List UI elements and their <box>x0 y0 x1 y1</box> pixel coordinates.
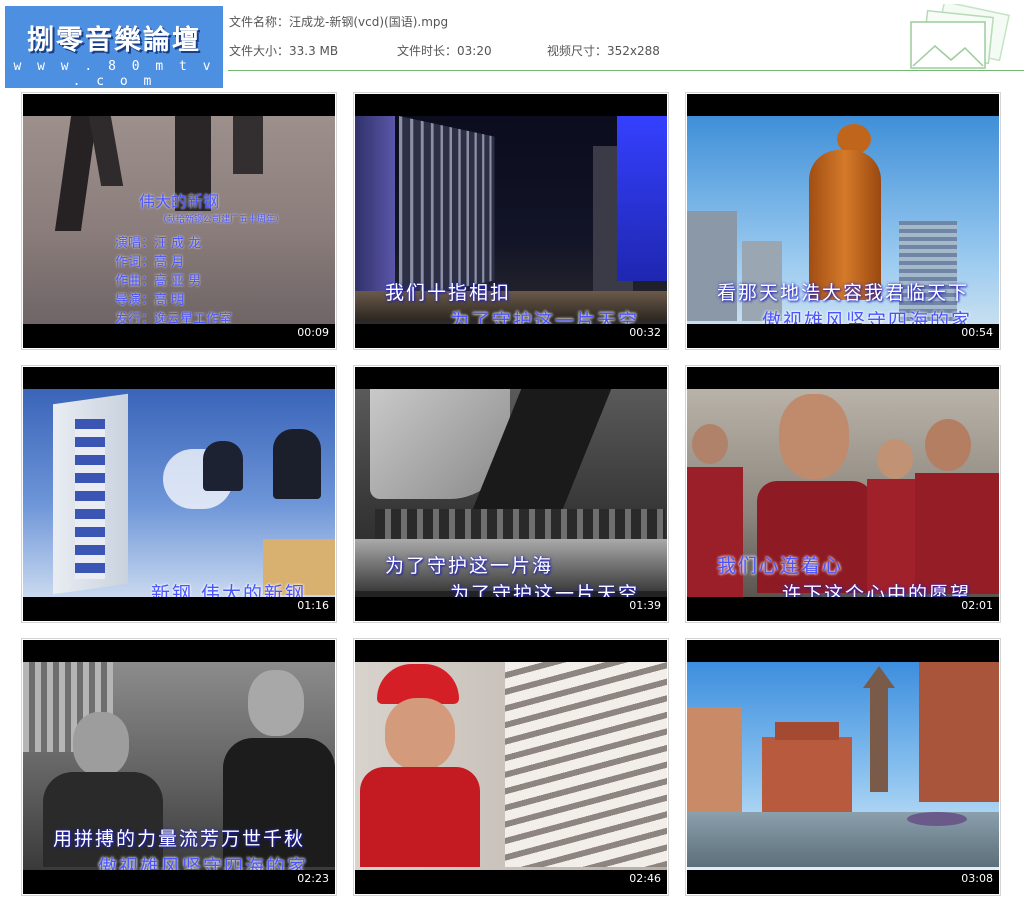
thumbnail-5[interactable]: 为了守护这一片海 为了守护这一片天空 01:39 <box>353 365 669 623</box>
frame-image: 用拼搏的力量流芳万世千秋 傲视雄风坚守四海的家 <box>23 662 335 870</box>
subtitle-line-2: 傲视雄风坚守四海的家 <box>98 856 309 870</box>
thumbnail-8[interactable]: 02:46 <box>353 638 669 896</box>
logo-url: w w w . 8 0 m t v . c o m <box>13 59 215 89</box>
timestamp: 01:16 <box>297 599 329 612</box>
frame-image <box>687 662 999 870</box>
timestamp: 02:23 <box>297 872 329 885</box>
photo-stack-icon <box>910 4 1010 69</box>
file-size: 文件大小：33.3 MB <box>229 44 339 58</box>
thumbnail-7[interactable]: 用拼搏的力量流芳万世千秋 傲视雄风坚守四海的家 02:23 <box>21 638 337 896</box>
video-frame: 为了守护这一片海 为了守护这一片天空 01:39 <box>355 367 667 621</box>
site-logo: 捌零音樂論壇 w w w . 8 0 m t v . c o m <box>5 6 223 89</box>
credits-line: 导演：高 明 <box>115 293 185 308</box>
timestamp: 01:39 <box>629 599 661 612</box>
frame-image: 我们十指相扣 为了守护这一片天空 <box>355 116 667 324</box>
thumbnail-3[interactable]: 看那天地浩大容我君临天下 傲视雄风坚守四海的家 00:54 <box>685 92 1001 350</box>
subtitle-line-1: 为了守护这一片海 <box>385 555 554 577</box>
subtitle-line-2: 为了守护这一片天空 <box>450 310 640 324</box>
subtitle-line-2: 为了守护这一片天空 <box>450 583 640 597</box>
subtitle-line-1: 新钢 伟大的新钢 <box>151 583 307 597</box>
video-frame: 看那天地浩大容我君临天下 傲视雄风坚守四海的家 00:54 <box>687 94 999 348</box>
timestamp: 00:54 <box>961 326 993 339</box>
frame-image: 新钢 伟大的新钢 <box>23 389 335 597</box>
timestamp: 02:46 <box>629 872 661 885</box>
video-frame: 我们十指相扣 为了守护这一片天空 00:32 <box>355 94 667 348</box>
subtitle-line-1: 看那天地浩大容我君临天下 <box>717 282 970 304</box>
thumbnail-1[interactable]: 伟大的新钢 （献给新钢公司建厂五十周年） 演唱：汪 成 龙 作词：高 月 作曲：… <box>21 92 337 350</box>
header-divider <box>228 70 1024 71</box>
video-dimensions: 视频尺寸：352x288 <box>547 44 660 58</box>
thumbnail-9[interactable]: 03:08 <box>685 638 1001 896</box>
credits-line: 发行：逸云星工作室 <box>115 312 233 324</box>
subtitle-line-1: 我们心连着心 <box>717 555 844 577</box>
frame-image: 伟大的新钢 （献给新钢公司建厂五十周年） 演唱：汪 成 龙 作词：高 月 作曲：… <box>23 116 335 324</box>
video-frame: 伟大的新钢 （献给新钢公司建厂五十周年） 演唱：汪 成 龙 作词：高 月 作曲：… <box>23 94 335 348</box>
video-frame: 用拼搏的力量流芳万世千秋 傲视雄风坚守四海的家 02:23 <box>23 640 335 894</box>
credits-line: 作曲：高 亚 男 <box>115 274 202 289</box>
file-duration: 文件时长：03:20 <box>397 44 492 58</box>
video-frame: 我们心连着心 许下这个心中的愿望 02:01 <box>687 367 999 621</box>
thumbnail-2[interactable]: 我们十指相扣 为了守护这一片天空 00:32 <box>353 92 669 350</box>
video-frame: 新钢 伟大的新钢 01:16 <box>23 367 335 621</box>
thumbnail-4[interactable]: 新钢 伟大的新钢 01:16 <box>21 365 337 623</box>
subtitle-line-1: 我们十指相扣 <box>385 282 512 304</box>
video-frame: 02:46 <box>355 640 667 894</box>
subtitle-line-1: 用拼搏的力量流芳万世千秋 <box>53 828 306 850</box>
timestamp: 03:08 <box>961 872 993 885</box>
timestamp: 02:01 <box>961 599 993 612</box>
frame-image: 为了守护这一片海 为了守护这一片天空 <box>355 389 667 597</box>
subtitle-line-2: 许下这个心中的愿望 <box>782 583 972 597</box>
credits-line: 演唱：汪 成 龙 <box>115 236 202 251</box>
credits-subtitle: （献给新钢公司建厂五十周年） <box>158 215 285 225</box>
video-frame: 03:08 <box>687 640 999 894</box>
frame-image: 看那天地浩大容我君临天下 傲视雄风坚守四海的家 <box>687 116 999 324</box>
timestamp: 00:09 <box>297 326 329 339</box>
frame-image <box>355 662 667 870</box>
credits-line: 作词：高 月 <box>115 255 185 270</box>
file-name: 文件名称：汪成龙-新钢(vcd)(国语).mpg <box>229 15 449 29</box>
frame-image: 我们心连着心 许下这个心中的愿望 <box>687 389 999 597</box>
logo-title: 捌零音樂論壇 <box>27 25 201 56</box>
timestamp: 00:32 <box>629 326 661 339</box>
credits-title: 伟大的新钢 <box>139 192 220 211</box>
subtitle-line-2: 傲视雄风坚守四海的家 <box>762 310 973 324</box>
thumbnail-6[interactable]: 我们心连着心 许下这个心中的愿望 02:01 <box>685 365 1001 623</box>
